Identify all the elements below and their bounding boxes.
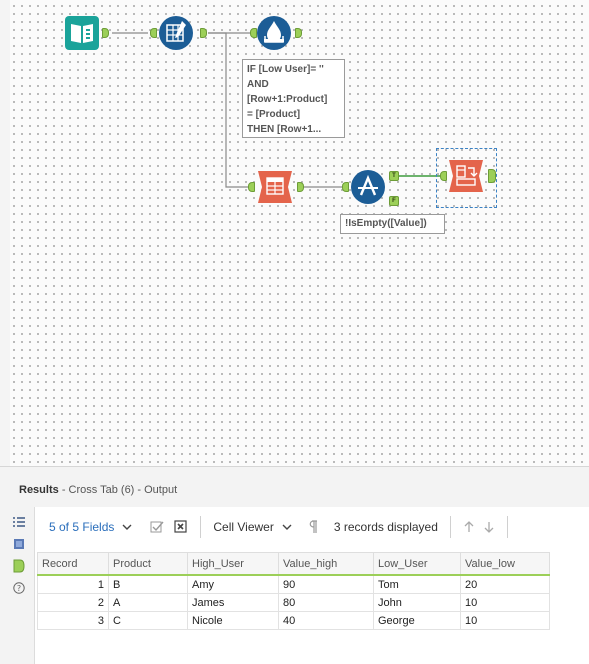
table-cell[interactable]: C [108, 611, 188, 630]
formula-annotation: IF [Low User]= '' AND [Row+1:Product] = … [242, 59, 345, 138]
crosstab-output-anchor[interactable] [488, 169, 496, 183]
table-cell[interactable]: 20 [460, 574, 550, 594]
table-cell[interactable]: Nicole [187, 611, 279, 630]
filter-tool[interactable] [350, 169, 385, 204]
table-row[interactable]: 3 C Nicole 40 George 10 [37, 611, 550, 630]
results-title: Results [19, 484, 59, 496]
input-output-anchor[interactable] [102, 28, 109, 38]
results-subtitle: - Cross Tab (6) - Output [61, 484, 178, 496]
column-header[interactable]: Product [108, 552, 188, 576]
results-panel: Results - Cross Tab (6) - Output ? 5 of … [0, 466, 589, 664]
table-cell[interactable]: John [373, 593, 461, 612]
table-row[interactable]: 1 B Amy 90 Tom 20 [37, 574, 550, 594]
fields-dropdown[interactable]: 5 of 5 Fields [49, 520, 134, 534]
table-cell[interactable]: 90 [278, 574, 374, 594]
checkbox-select-icon[interactable] [150, 520, 164, 534]
crosstab-input-anchor[interactable] [440, 171, 447, 181]
table-cell[interactable]: 1 [37, 574, 109, 594]
datacleanse-input-anchor[interactable] [150, 28, 157, 38]
table-cell[interactable]: 2 [37, 593, 109, 612]
multi-row-formula-icon [258, 171, 292, 203]
multirow-output-anchor[interactable] [297, 182, 304, 192]
table-cell[interactable]: James [187, 593, 279, 612]
sort-down-button[interactable] [483, 521, 495, 533]
metadata-view-icon[interactable] [12, 537, 26, 551]
table-cell[interactable]: 10 [460, 593, 550, 612]
results-header: Results - Cross Tab (6) - Output [19, 484, 177, 496]
formula-output-anchor[interactable] [295, 28, 302, 38]
cross-tab-tool[interactable] [447, 158, 483, 192]
data-cleansing-icon [159, 16, 193, 50]
table-cell[interactable]: 3 [37, 611, 109, 630]
help-icon[interactable]: ? [12, 581, 26, 595]
table-cell[interactable]: Amy [187, 574, 279, 594]
table-cell[interactable]: Tom [373, 574, 461, 594]
column-header[interactable]: Value_high [278, 552, 374, 576]
column-header[interactable]: Low_User [373, 552, 461, 576]
input-data-tool[interactable] [64, 15, 99, 50]
filter-false-anchor[interactable]: F [389, 196, 399, 206]
table-cell[interactable]: A [108, 593, 188, 612]
table-row[interactable]: 2 A James 80 John 10 [37, 593, 550, 612]
column-header[interactable]: Value_low [460, 552, 550, 576]
filter-input-anchor[interactable] [342, 182, 349, 192]
records-count: 3 records displayed [334, 520, 438, 534]
multi-row-formula-tool[interactable] [256, 169, 292, 203]
book-icon [65, 16, 99, 50]
fields-label: 5 of 5 Fields [49, 520, 115, 534]
formula-tool[interactable] [256, 15, 291, 50]
sort-up-button[interactable] [463, 521, 475, 533]
filter-true-anchor[interactable]: T [389, 171, 399, 181]
formula-drop-icon [257, 16, 291, 50]
filter-icon [351, 170, 385, 204]
table-cell[interactable]: 10 [460, 611, 550, 630]
results-main: 5 of 5 Fields Cell Viewer 3 records disp… [34, 507, 589, 664]
arrow-up-icon [464, 521, 474, 532]
data-cleansing-tool[interactable] [158, 15, 193, 50]
cell-viewer-label: Cell Viewer [213, 520, 274, 534]
arrow-down-icon [484, 522, 494, 533]
results-side-toolbar: ? [12, 515, 32, 603]
toolbar-separator [200, 516, 202, 538]
chevron-down-icon [282, 524, 292, 530]
filter-annotation: !IsEmpty([Value]) [340, 214, 445, 234]
svg-text:?: ? [17, 584, 21, 593]
toolbar-separator [449, 516, 451, 538]
workflow-canvas[interactable]: IF [Low User]= '' AND [Row+1:Product] = … [0, 0, 589, 466]
chevron-down-icon [122, 524, 132, 530]
toolbar-separator [506, 516, 508, 538]
column-header[interactable]: High_User [187, 552, 279, 576]
list-view-icon[interactable] [12, 515, 26, 529]
table-header-row: Record Product High_User Value_high Low_… [37, 552, 550, 576]
datacleanse-output-anchor[interactable] [200, 28, 207, 38]
pilcrow-icon[interactable] [308, 520, 318, 534]
records-label: 3 records displayed [333, 520, 438, 534]
column-header[interactable]: Record [37, 552, 109, 576]
table-cell[interactable]: B [108, 574, 188, 594]
cell-viewer-dropdown[interactable]: Cell Viewer [213, 520, 293, 534]
results-table: Record Product High_User Value_high Low_… [37, 552, 550, 630]
table-cell[interactable]: George [373, 611, 461, 630]
table-cell[interactable]: 40 [278, 611, 374, 630]
results-toolbar: 5 of 5 Fields Cell Viewer 3 records disp… [35, 507, 589, 547]
multirow-input-anchor[interactable] [248, 182, 255, 192]
table-cell[interactable]: 80 [278, 593, 374, 612]
data-anchor-icon[interactable] [12, 559, 26, 573]
deselect-icon[interactable] [174, 520, 188, 534]
cross-tab-icon [449, 160, 483, 192]
